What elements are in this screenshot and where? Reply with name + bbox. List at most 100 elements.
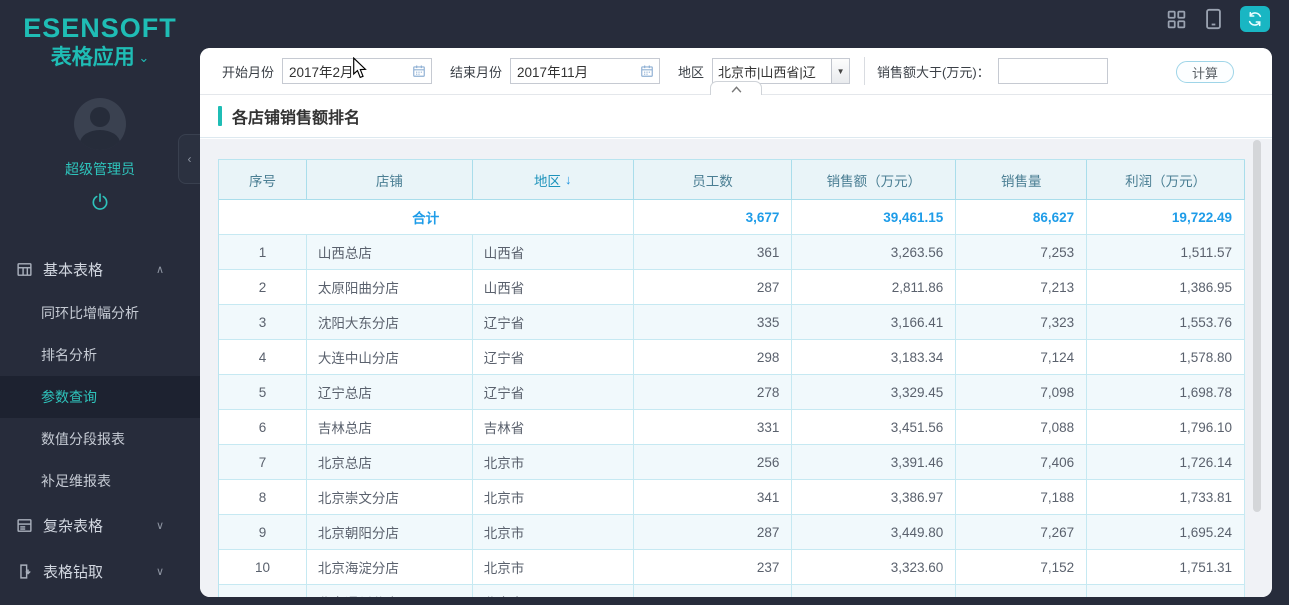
table-row: 9 北京朝阳分店 北京市 287 3,449.80 7,267 1,695.24 <box>219 515 1245 550</box>
sales-threshold-input[interactable] <box>997 58 1108 84</box>
table-cell: 1,698.78 <box>1087 375 1245 410</box>
table-cell: 1,511.57 <box>1087 235 1245 270</box>
sync-refresh-button[interactable] <box>1240 6 1270 32</box>
avatar-body <box>80 130 120 150</box>
sidebar-item-yoy-analysis[interactable]: 同环比增幅分析 <box>0 292 200 334</box>
end-month-input[interactable]: 2017年11月 <box>510 58 661 84</box>
total-volume: 86,627 <box>956 200 1088 235</box>
table-cell: 吉林省 <box>472 410 634 445</box>
table-cell: 298 <box>633 340 793 375</box>
column-header-profit: 利润（万元） <box>1087 160 1246 200</box>
table-cell: 2 <box>219 270 307 305</box>
table-cell: 237 <box>633 550 793 585</box>
table-cell: 北京市 <box>472 445 634 480</box>
start-month-input[interactable]: 2017年2月 <box>282 58 433 84</box>
table-cell: 7,152 <box>956 550 1088 585</box>
column-header-region-sorted[interactable]: 地区 ↓ <box>472 160 634 200</box>
sidebar-item-ranking-analysis[interactable]: 排名分析 <box>0 334 200 376</box>
sidebar-menu: 基本表格 ∧ 同环比增幅分析 排名分析 参数查询 数值分段报表 补足维报表 复杂… <box>0 246 200 594</box>
menu-label: 表格钻取 <box>43 563 104 581</box>
table-cell: 7,098 <box>956 375 1088 410</box>
table-cell: 7,088 <box>956 410 1088 445</box>
table-cell: 北京总店 <box>306 445 473 480</box>
filter-collapse-tab[interactable] <box>710 81 762 95</box>
calendar-icon[interactable] <box>412 64 426 81</box>
table-cell: 6 <box>219 410 307 445</box>
table-cell: 7,253 <box>956 235 1088 270</box>
logo-title: ESENSOFT <box>23 13 177 43</box>
end-month-label: 结束月份 <box>450 64 503 80</box>
table-cell: 北京市 <box>472 480 634 515</box>
table-cell: 10 <box>219 550 307 585</box>
table-row: 5 辽宁总店 辽宁省 278 3,329.45 7,098 1,698.78 <box>219 375 1245 410</box>
calculate-button[interactable]: 计算 <box>1176 61 1234 83</box>
table-cell: 大连中山分店 <box>306 340 473 375</box>
table-row: 10 北京海淀分店 北京市 237 3,323.60 7,152 1,751.31 <box>219 550 1245 585</box>
table-row: 1 山西总店 山西省 361 3,263.56 7,253 1,511.57 <box>219 235 1245 270</box>
table-cell: 3,183.34 <box>792 340 957 375</box>
mobile-device-icon[interactable] <box>1204 8 1223 30</box>
table-cell: 3,211.98 <box>792 585 957 597</box>
sidebar-item-basic-tables[interactable]: 基本表格 ∧ <box>0 246 200 292</box>
table-row: 8 北京崇文分店 北京市 341 3,386.97 7,188 1,733.81 <box>219 480 1245 515</box>
avatar-head <box>90 107 110 127</box>
table-row: 2 太原阳曲分店 山西省 287 2,811.86 7,213 1,386.95 <box>219 270 1245 305</box>
filter-divider <box>864 57 866 85</box>
dropdown-arrow-icon[interactable]: ▼ <box>831 59 850 83</box>
table-row: 6 吉林总店 吉林省 331 3,451.56 7,088 1,796.10 <box>219 410 1245 445</box>
user-name: 超级管理员 <box>65 161 135 177</box>
region-selected-value: 北京市|山西省|辽 <box>718 64 816 80</box>
table-cell: 1,796.10 <box>1087 410 1245 445</box>
grid-layout-icon[interactable] <box>1166 9 1187 30</box>
app-logo: ESENSOFT 表格应用 ⌄ <box>0 12 200 72</box>
table-cell: 1,751.31 <box>1087 550 1245 585</box>
sidebar: ESENSOFT 表格应用 ⌄ 超级管理员 基本表格 ∧ 同环比增幅分析 排名分… <box>0 0 200 605</box>
table-cell: 北京朝阳分店 <box>306 515 473 550</box>
chevron-down-icon: ∨ <box>155 565 164 578</box>
sidebar-item-dimension-fill-report[interactable]: 补足维报表 <box>0 460 200 502</box>
table-icon <box>16 261 34 278</box>
column-header-store: 店铺 <box>306 160 473 200</box>
logo-subtitle[interactable]: 表格应用 ⌄ <box>0 44 200 72</box>
table-row: 7 北京总店 北京市 256 3,391.46 7,406 1,726.14 <box>219 445 1245 480</box>
menu-label: 复杂表格 <box>43 517 104 535</box>
table-cell: 3,386.97 <box>792 480 957 515</box>
table-cell: 辽宁省 <box>472 305 634 340</box>
avatar[interactable] <box>74 98 126 150</box>
sidebar-item-numeric-segment-report[interactable]: 数值分段报表 <box>0 418 200 460</box>
report-title-bar: 各店铺销售额排名 <box>200 95 1272 138</box>
table-cell: 沈阳大东分店 <box>306 305 473 340</box>
total-employees: 3,677 <box>633 200 793 235</box>
table-cell: 山西总店 <box>306 235 473 270</box>
ranking-table: 序号 店铺 地区 ↓ 员工数 销售额（万元） 销售量 利润（万元） 合计 3,67… <box>218 159 1246 597</box>
calendar-icon[interactable] <box>640 64 654 81</box>
table-cell: 山西省 <box>472 270 634 305</box>
sidebar-item-table-drill[interactable]: 表格钻取 ∨ <box>0 548 200 594</box>
table-cell: 1 <box>219 235 307 270</box>
table-row: 3 沈阳大东分店 辽宁省 335 3,166.41 7,323 1,553.76 <box>219 305 1245 340</box>
table-cell: 辽宁省 <box>472 340 634 375</box>
table-cell: 辽宁总店 <box>306 375 473 410</box>
sidebar-item-complex-tables[interactable]: 复杂表格 ∨ <box>0 502 200 548</box>
table-cell: 9 <box>219 515 307 550</box>
column-header-volume: 销售量 <box>956 160 1088 200</box>
chevron-up-icon: ∧ <box>155 263 164 276</box>
table-cell: 331 <box>633 410 793 445</box>
vertical-scrollbar-thumb[interactable] <box>1253 140 1261 512</box>
table-cell: 北京市 <box>473 585 634 597</box>
table-cell: 1,733.81 <box>1087 480 1245 515</box>
table-cell: 335 <box>633 305 793 340</box>
table-cell: 1,386.95 <box>1087 270 1245 305</box>
table-cell: 北京市 <box>472 550 634 585</box>
table-cell: 7,188 <box>956 480 1088 515</box>
sidebar-collapse-handle[interactable]: ‹ <box>178 134 200 184</box>
sidebar-item-parameter-query[interactable]: 参数查询 <box>0 376 200 418</box>
table-cell: 8 <box>219 480 307 515</box>
table-cell: 7,213 <box>956 270 1088 305</box>
table-cell: 7,406 <box>956 445 1088 480</box>
logout-power-icon[interactable] <box>0 192 200 212</box>
table-cell: 7,124 <box>956 340 1088 375</box>
table-cell: 7,323 <box>956 305 1088 340</box>
column-header-sales: 销售额（万元） <box>792 160 957 200</box>
column-header-index: 序号 <box>219 160 307 200</box>
